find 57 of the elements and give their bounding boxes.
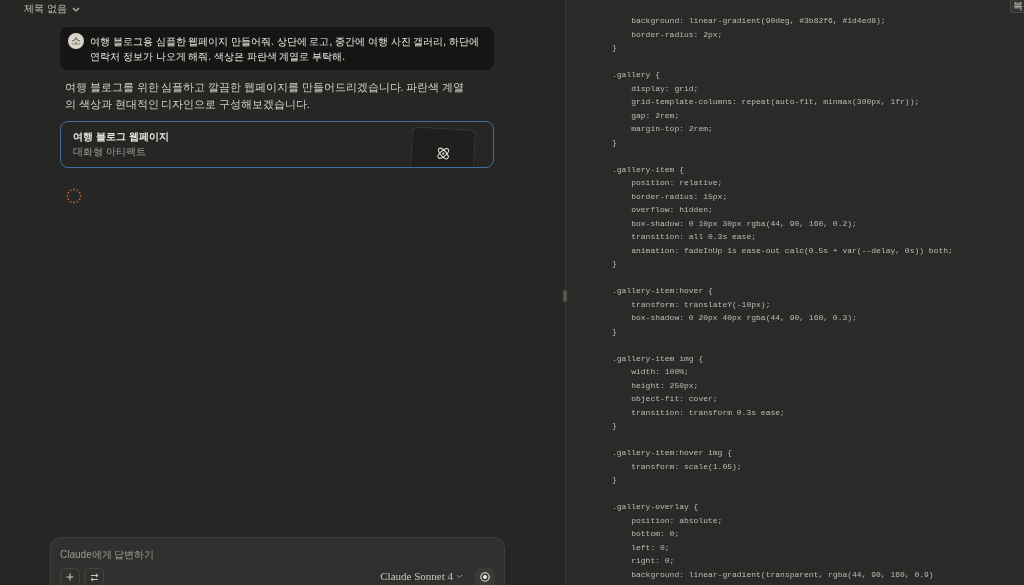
code-line: right: 0; (630, 555, 675, 567)
code-line: .gallery-item img { (612, 352, 704, 365)
code-line: margin-top: 2rem; (630, 123, 713, 135)
circle-dot-icon (480, 572, 490, 582)
code-line: grid-template-columns: repeat(auto-fit, minmax(300px, 1fr)); (630, 96, 920, 108)
code-line: } (612, 474, 617, 486)
code-line: background: linear-gradient(transparent, rgba(44, 90, 160, 0.9) (630, 568, 934, 581)
code-line: display: grid; (630, 82, 699, 95)
code-line: .gallery-overlay { (612, 501, 699, 513)
code-line: } (612, 420, 617, 432)
copy-button[interactable]: 복 (1010, 0, 1024, 13)
code-line: animation: fadeInUp 1s ease-out calc(0.5s + var(--delay, 0s)) both; (630, 244, 953, 257)
user-message-text: 여행 블로그용 심플한 웹페이지 만들어줘. 상단에 로고, 중간에 여행 사진 갤러리, 하단에 연락처 정보가 나오게 해줘. 색상은 파란색 계열로 부탁해. (90, 35, 480, 64)
code-line: box-shadow: 0 20px 40px rgba(44, 90, 160, 0.3); (630, 312, 857, 324)
code-line: .gallery-item:hover { (612, 285, 713, 297)
conversation-title-button[interactable]: 제목 없음 (24, 3, 80, 15)
code-line: .gallery { (612, 69, 660, 81)
code-line: position: absolute; (630, 514, 723, 527)
code-line: } (612, 136, 617, 149)
record-button[interactable] (475, 568, 495, 585)
model-selector[interactable]: Claude Sonnet 4 (380, 570, 463, 583)
code-line: object-fit: cover; (630, 393, 718, 405)
code-line: height: 250px; (630, 379, 699, 392)
code-line: gap: 2rem; (630, 109, 680, 122)
caret-icon (456, 574, 463, 579)
code-line: } (612, 258, 617, 270)
assistant-message-text: 여행 블로그를 위한 심플하고 깔끔한 웹페이지를 만들어드리겠습니다. 파란색 계열의 색상과 현대적인 디자인으로 구성해보겠습니다. (64, 80, 465, 112)
code-line: transform: scale(1.05); (630, 460, 742, 473)
artifact-title: 여행 블로그 웹페이지 (73, 131, 169, 143)
code-line: transition: all 0.3s ease; (630, 231, 757, 243)
message-composer[interactable]: Claude에게 답변하기 Claude Sonnet 4 (50, 537, 505, 585)
resize-handle[interactable] (563, 290, 567, 302)
code-line: left: 0; (630, 541, 670, 554)
plus-icon (66, 573, 74, 581)
chevron-down-icon (71, 6, 80, 12)
atom-icon (434, 145, 451, 162)
code-line: transform: translateY(-10px); (630, 298, 771, 311)
tools-button[interactable] (84, 568, 104, 585)
code-line: } (612, 42, 617, 54)
code-line: overflow: hidden; (630, 204, 713, 216)
code-line: background: linear-gradient(90deg, #3b82f6, #1d4ed8); (630, 15, 886, 27)
code-line: border-radius: 15px; (630, 190, 728, 203)
code-line: border-radius: 2px; (630, 28, 723, 41)
swap-arrows-icon (89, 572, 99, 582)
code-line: .gallery-item:hover img { (612, 447, 733, 459)
artifact-subtitle: 대화형 아티팩트 (73, 146, 146, 158)
loading-spinner-icon (66, 188, 82, 204)
user-avatar: 소 (68, 33, 84, 49)
reply-input[interactable]: Claude에게 답변하기 (60, 547, 495, 561)
code-line: box-shadow: 0 10px 30px rgba(44, 90, 160, 0.2); (630, 217, 857, 230)
code-line: transition: transform 0.3s ease; (630, 406, 785, 419)
code-line: position: relative; (630, 177, 723, 189)
artifact-card[interactable]: 여행 블로그 웹페이지 대화형 아티팩트 (60, 121, 494, 168)
code-line: width: 100%; (630, 366, 689, 378)
code-line: } (612, 325, 617, 338)
code-line: bottom: 0; (630, 528, 680, 540)
code-line: .gallery-item { (612, 163, 684, 176)
